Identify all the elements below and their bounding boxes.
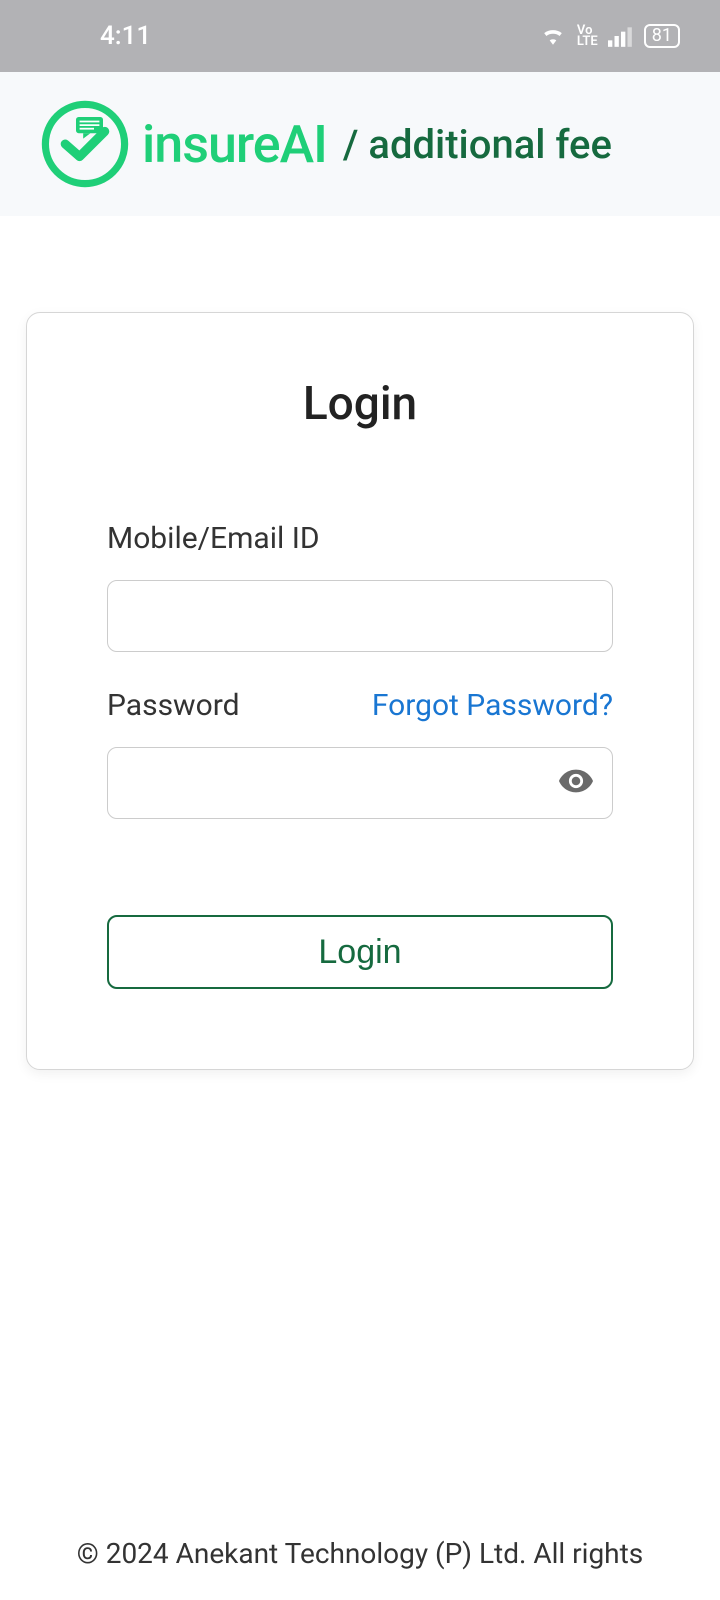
password-field-group: Password Forgot Password? (107, 688, 613, 819)
main-content: Login Mobile/Email ID Password Forgot Pa… (0, 216, 720, 1070)
header-banner-text: / additional fee (343, 121, 612, 168)
login-card: Login Mobile/Email ID Password Forgot Pa… (26, 312, 694, 1070)
mobile-input[interactable] (107, 580, 613, 652)
forgot-password-link[interactable]: Forgot Password? (372, 688, 613, 723)
brand-logo: insureAI (40, 99, 327, 189)
brand-name: insureAI (142, 114, 327, 175)
status-icons: VoLTE 81 (539, 24, 680, 48)
mobile-field-group: Mobile/Email ID (107, 521, 613, 652)
battery-icon: 81 (644, 24, 680, 48)
login-title: Login (107, 377, 613, 431)
eye-icon[interactable] (559, 769, 593, 797)
login-button[interactable]: Login (107, 915, 613, 989)
volte-icon: VoLTE (577, 25, 598, 47)
logo-icon (40, 99, 130, 189)
app-header: insureAI / additional fee (0, 72, 720, 216)
password-input[interactable] (107, 747, 613, 819)
status-bar: 4:11 VoLTE 81 (0, 0, 720, 72)
signal-icon (608, 25, 634, 47)
footer-copyright: © 2024 Anekant Technology (P) Ltd. All r… (0, 1537, 720, 1570)
wifi-icon (539, 25, 567, 47)
password-label: Password (107, 688, 240, 723)
mobile-label: Mobile/Email ID (107, 521, 320, 556)
status-time: 4:11 (100, 21, 151, 51)
